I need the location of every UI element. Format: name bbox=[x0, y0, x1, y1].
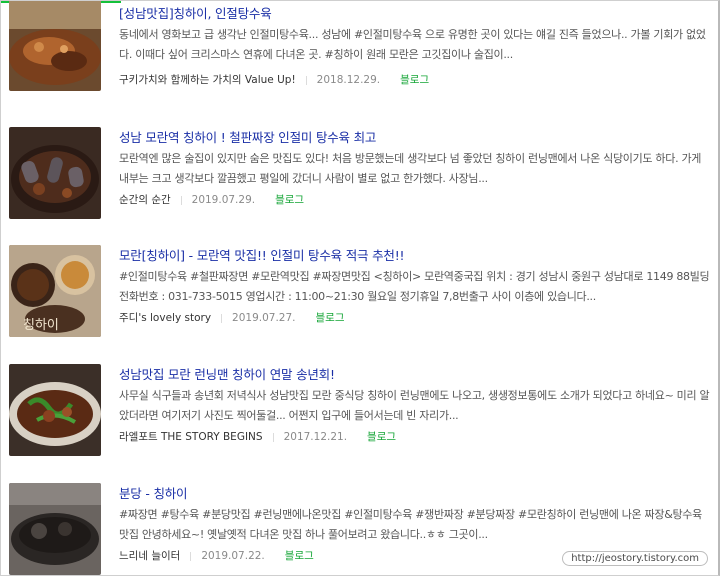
list-item: [성남맛집]칭하이, 인절탕수육 동네에서 영화보고 급 생각난 인절미탕수육.… bbox=[9, 1, 715, 119]
post-date: 2017.12.21. bbox=[283, 431, 348, 443]
result-thumbnail[interactable] bbox=[9, 127, 101, 219]
result-meta: 구키가치와 함께하는 가치의 Value Up! 2018.12.29. 블로그 bbox=[119, 72, 429, 87]
result-description: #짜장면 #탕수육 #분당맛집 #런닝맨에나온맛집 #인절미탕수육 #쟁반짜장 … bbox=[119, 508, 702, 541]
post-date: 2019.07.22. bbox=[201, 550, 265, 562]
svg-text:칭하이: 칭하이 bbox=[23, 318, 59, 333]
category-link[interactable]: 블로그 bbox=[316, 312, 345, 324]
result-description: 사무실 식구들과 송년회 저녁식사 성남맛집 모란 중식당 칭하이 런닝맨에도 … bbox=[119, 389, 710, 422]
result-thumbnail[interactable] bbox=[9, 364, 101, 456]
result-meta: 느리네 늘이터 2019.07.22. 블로그 bbox=[119, 548, 314, 563]
result-meta: 라엘포트 THE STORY BEGINS 2017.12.21. 블로그 bbox=[119, 429, 396, 444]
meta-divider bbox=[190, 551, 192, 561]
post-date: 2019.07.29. bbox=[191, 194, 256, 206]
category-link[interactable]: 블로그 bbox=[275, 194, 304, 206]
meta-divider bbox=[180, 195, 182, 205]
blog-watermark: http://jeostory.tistory.com bbox=[562, 551, 708, 566]
category-link[interactable]: 블로그 bbox=[367, 431, 396, 443]
author-link[interactable]: 순간의 순간 bbox=[119, 194, 171, 206]
result-thumbnail[interactable]: 칭하이 bbox=[9, 245, 101, 337]
result-title-link[interactable]: 모란[칭하이] - 모란역 맛집!! 인절미 탕수육 적극 추천!! bbox=[119, 245, 405, 264]
result-title-link[interactable]: 성남 모란역 칭하이 ! 철판짜장 인절미 탕수육 최고 bbox=[119, 127, 376, 146]
result-title-link[interactable]: 성남맛집 모란 런닝맨 칭하이 연말 송년회! bbox=[119, 364, 335, 383]
result-description: 모란역엔 많은 술집이 있지만 숨은 맛집도 있다! 처음 방문했는데 생각보다… bbox=[119, 152, 702, 185]
meta-divider bbox=[305, 75, 307, 85]
result-title-link[interactable]: 분당 - 칭하이 bbox=[119, 483, 188, 502]
meta-divider bbox=[221, 313, 223, 323]
result-title-link[interactable]: [성남맛집]칭하이, 인절탕수육 bbox=[119, 3, 272, 22]
list-item: 성남맛집 모란 런닝맨 칭하이 연말 송년회! 사무실 식구들과 송년회 저녁식… bbox=[9, 364, 715, 474]
list-item: 성남 모란역 칭하이 ! 철판짜장 인절미 탕수육 최고 모란역엔 많은 술집이… bbox=[9, 127, 715, 237]
result-meta: 순간의 순간 2019.07.29. 블로그 bbox=[119, 192, 304, 207]
result-thumbnail[interactable] bbox=[9, 483, 101, 575]
author-link[interactable]: 느리네 늘이터 bbox=[119, 550, 180, 562]
post-date: 2019.07.27. bbox=[232, 312, 296, 324]
result-description: #인절미탕수육 #철판짜장면 #모란역맛집 #짜장면맛집 <칭하이> 모란역중국… bbox=[119, 270, 710, 303]
result-thumbnail[interactable] bbox=[9, 1, 101, 91]
author-link[interactable]: 구키가치와 함께하는 가치의 Value Up! bbox=[119, 74, 296, 86]
author-link[interactable]: 주디's lovely story bbox=[119, 312, 211, 324]
author-link[interactable]: 라엘포트 THE STORY BEGINS bbox=[119, 431, 263, 443]
post-date: 2018.12.29. bbox=[316, 74, 381, 86]
meta-divider bbox=[272, 432, 274, 442]
list-item: 칭하이 모란[칭하이] - 모란역 맛집!! 인절미 탕수육 적극 추천!! #… bbox=[9, 245, 715, 355]
result-meta: 주디's lovely story 2019.07.27. 블로그 bbox=[119, 310, 345, 325]
result-description: 동네에서 영화보고 급 생각난 인절미탕수육... 성남에 #인절미탕수육 으로… bbox=[119, 28, 706, 61]
category-link[interactable]: 블로그 bbox=[285, 550, 314, 562]
category-link[interactable]: 블로그 bbox=[400, 74, 429, 86]
search-results-panel: [성남맛집]칭하이, 인절탕수육 동네에서 영화보고 급 생각난 인절미탕수육.… bbox=[0, 0, 720, 576]
